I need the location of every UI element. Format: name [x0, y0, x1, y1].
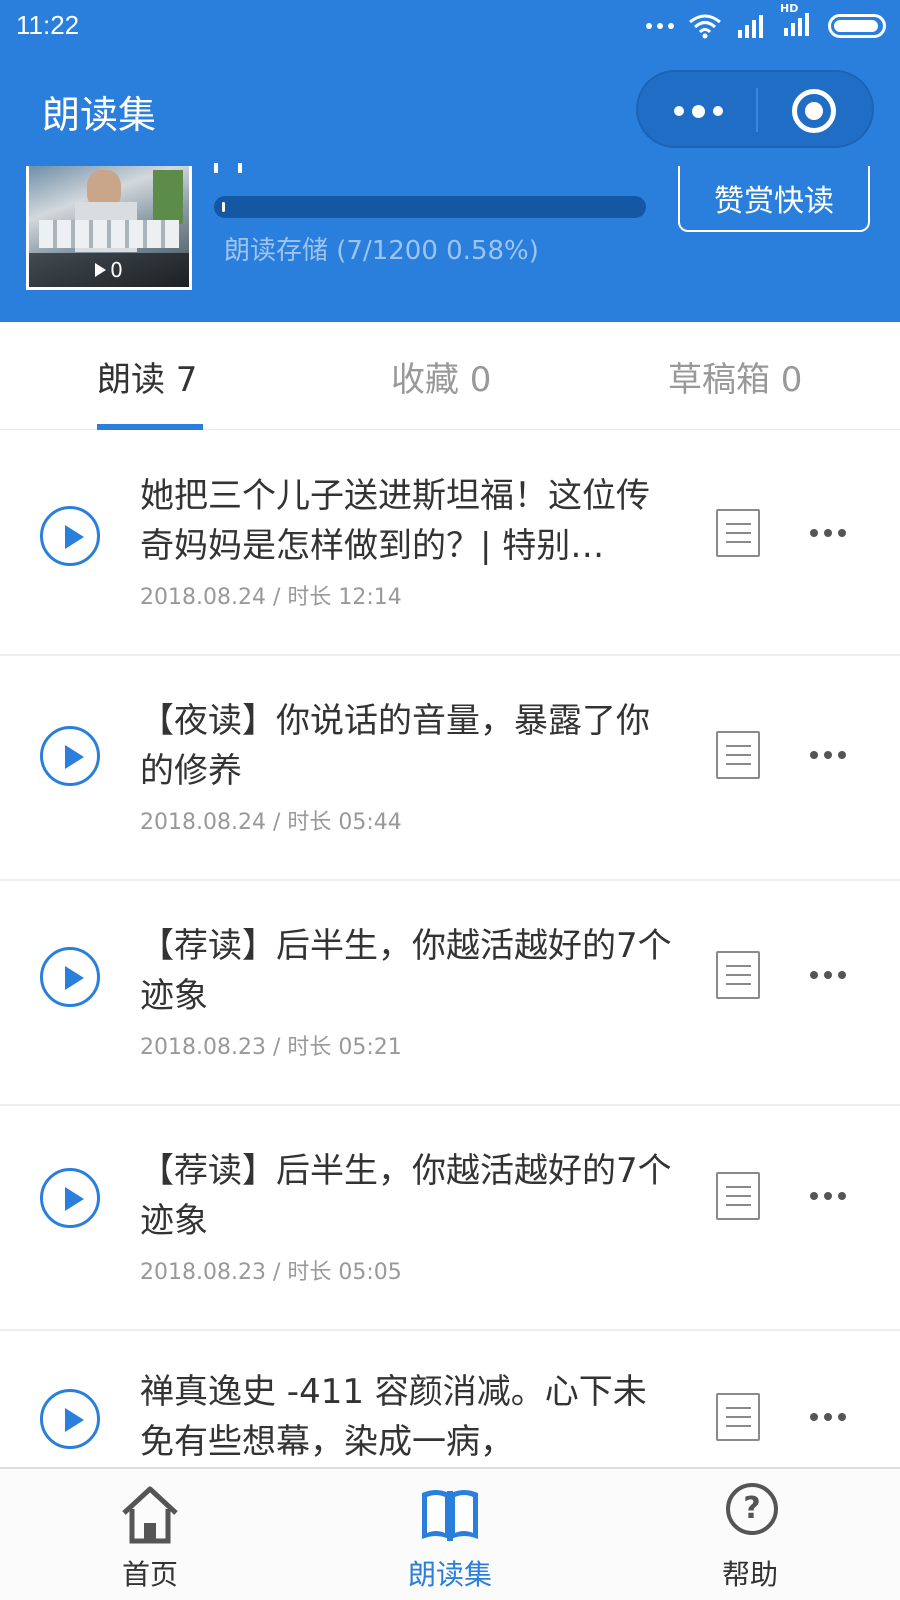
status-icons: HD — [646, 2, 886, 40]
more-icon[interactable] — [810, 1192, 846, 1200]
storage-progress-fill — [222, 202, 225, 212]
more-options-icon[interactable] — [674, 105, 723, 118]
signal-icon — [738, 15, 763, 38]
item-meta: 2018.08.23 / 时长 05:05 — [140, 1260, 402, 1285]
help-icon: ? — [726, 1483, 778, 1535]
reading-list: 她把三个儿子送进斯坦福！这位传奇妈妈是怎样做到的？| 特别… 2018.08.2… — [0, 431, 900, 1467]
play-icon[interactable] — [40, 1389, 100, 1449]
nav-help-label: 帮助 — [721, 1558, 778, 1591]
hd-signal-icon: HD — [780, 2, 814, 40]
document-icon[interactable] — [716, 509, 760, 557]
capsule-divider — [756, 88, 758, 132]
play-icon[interactable] — [40, 1168, 100, 1228]
play-icon[interactable] — [40, 726, 100, 786]
hd-label: HD — [780, 2, 799, 15]
mini-program-capsule — [636, 70, 874, 148]
avatar-play-count: 0 — [29, 253, 189, 287]
book-icon — [422, 1490, 478, 1541]
item-meta: 2018.08.23 / 时长 05:21 — [140, 1035, 402, 1060]
nav-home-label: 首页 — [121, 1558, 178, 1591]
list-item[interactable]: 【荐读】后半生，你越活越好的7个迹象 2018.08.23 / 时长 05:21 — [0, 881, 900, 1106]
list-item[interactable]: 她把三个儿子送进斯坦福！这位传奇妈妈是怎样做到的？| 特别… 2018.08.2… — [0, 431, 900, 656]
item-title: 她把三个儿子送进斯坦福！这位传奇妈妈是怎样做到的？| 特别… — [140, 476, 650, 566]
battery-icon — [828, 14, 886, 38]
play-count-icon — [95, 263, 107, 277]
nav-help[interactable]: ? 帮助 — [650, 1469, 850, 1600]
storage-text: 朗读存储 (7/1200 0.58%) — [224, 236, 539, 266]
item-title: 【荐读】后半生，你越活越好的7个迹象 — [140, 926, 672, 1016]
close-target-icon[interactable] — [792, 89, 836, 133]
profile-section: 0 朗读存储 (7/1200 0.58%) 赞赏快读 — [0, 163, 900, 322]
item-title: 【荐读】后半生，你越活越好的7个迹象 — [140, 1151, 672, 1241]
tab-bar: 朗读 7 收藏 0 草稿箱 0 — [0, 322, 900, 430]
title-bar: 朗读集 — [0, 54, 900, 166]
play-icon[interactable] — [40, 947, 100, 1007]
item-title: 【夜读】你说话的音量，暴露了你的修养 — [140, 701, 650, 791]
nav-reading-collection[interactable]: 朗读集 — [350, 1469, 550, 1600]
tab-drafts[interactable]: 草稿箱 0 — [668, 352, 802, 401]
item-meta: 2018.08.24 / 时长 12:14 — [140, 585, 402, 610]
status-time: 11:22 — [16, 10, 80, 40]
nav-home[interactable]: 首页 — [50, 1469, 250, 1600]
wifi-icon — [689, 14, 721, 39]
list-item[interactable]: 禅真逸史 -411 容颜消减。心下未免有些想幕，染成一病， — [0, 1331, 900, 1467]
more-icon[interactable] — [810, 1413, 846, 1421]
storage-progress-bar — [214, 196, 646, 218]
nav-reading-label: 朗读集 — [407, 1558, 492, 1591]
bottom-nav: 首页 朗读集 ? 帮助 — [0, 1467, 900, 1600]
username-clipped — [214, 158, 294, 174]
reward-button[interactable]: 赞赏快读 — [678, 166, 870, 232]
play-icon[interactable] — [40, 506, 100, 566]
item-meta: 2018.08.24 / 时长 05:44 — [140, 810, 402, 835]
tab-active-indicator — [97, 424, 203, 430]
document-icon[interactable] — [716, 1172, 760, 1220]
play-count-value: 0 — [110, 258, 123, 282]
tab-reading[interactable]: 朗读 7 — [97, 352, 197, 401]
home-icon — [122, 1486, 178, 1544]
tab-favorites[interactable]: 收藏 0 — [391, 352, 491, 401]
more-icon[interactable] — [810, 529, 846, 537]
list-item[interactable]: 【荐读】后半生，你越活越好的7个迹象 2018.08.23 / 时长 05:05 — [0, 1106, 900, 1331]
more-icon[interactable] — [810, 751, 846, 759]
document-icon[interactable] — [716, 1393, 760, 1441]
item-title: 禅真逸史 -411 容颜消减。心下未免有些想幕，染成一病， — [140, 1372, 647, 1462]
avatar[interactable]: 0 — [26, 166, 192, 290]
page-title: 朗读集 — [42, 93, 157, 137]
status-bar: 11:22 HD — [0, 0, 900, 54]
more-icon[interactable] — [810, 971, 846, 979]
list-item[interactable]: 【夜读】你说话的音量，暴露了你的修养 2018.08.24 / 时长 05:44 — [0, 656, 900, 881]
document-icon[interactable] — [716, 731, 760, 779]
document-icon[interactable] — [716, 951, 760, 999]
notification-dots-icon — [646, 23, 674, 29]
